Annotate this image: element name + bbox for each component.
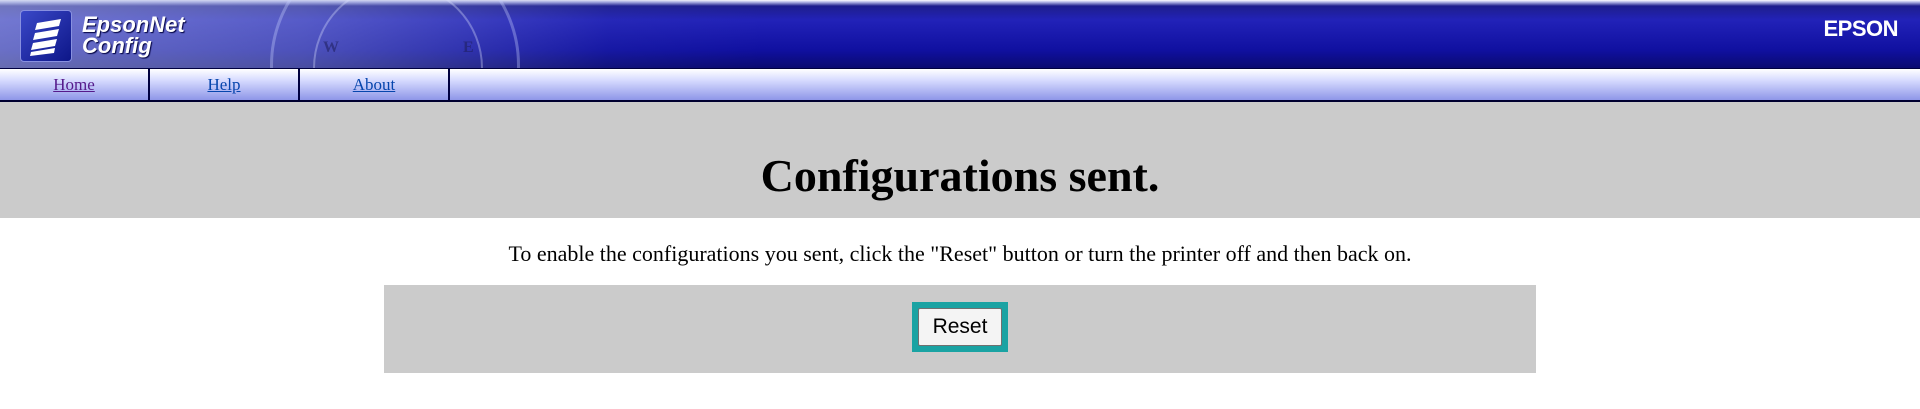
product-logo-text: EpsonNet Config: [82, 12, 185, 58]
logo-line-epsonnet: EpsonNet: [82, 12, 185, 37]
compass-letter-west: W: [323, 39, 339, 56]
logo-line-config: Config: [82, 33, 152, 58]
nav-item-about: About: [300, 69, 450, 100]
epson-brand-logo: EPSON: [1823, 16, 1898, 41]
header-banner: W E EpsonNet Config EPSON: [0, 0, 1920, 68]
nav-item-home: Home: [0, 69, 150, 100]
nav-item-help: Help: [150, 69, 300, 100]
page-title: Configurations sent.: [760, 149, 1160, 201]
home-link[interactable]: Home: [53, 75, 95, 95]
title-band: Configurations sent.: [0, 102, 1920, 218]
help-link[interactable]: Help: [207, 75, 240, 95]
instruction-message: To enable the configurations you sent, c…: [508, 241, 1412, 266]
reset-button[interactable]: Reset: [918, 308, 1002, 346]
reset-focus-frame: Reset: [912, 302, 1008, 352]
compass-letter-east: E: [463, 39, 474, 56]
compass-inner-ring: [313, 0, 483, 68]
about-link[interactable]: About: [353, 75, 396, 95]
reset-panel: Reset: [384, 285, 1536, 373]
nav-bar: Home Help About: [0, 68, 1920, 102]
epsonnet-config-logo-icon: [20, 10, 72, 62]
logo-stripes-icon: [30, 19, 61, 56]
compass-watermark: W E: [270, 0, 520, 68]
